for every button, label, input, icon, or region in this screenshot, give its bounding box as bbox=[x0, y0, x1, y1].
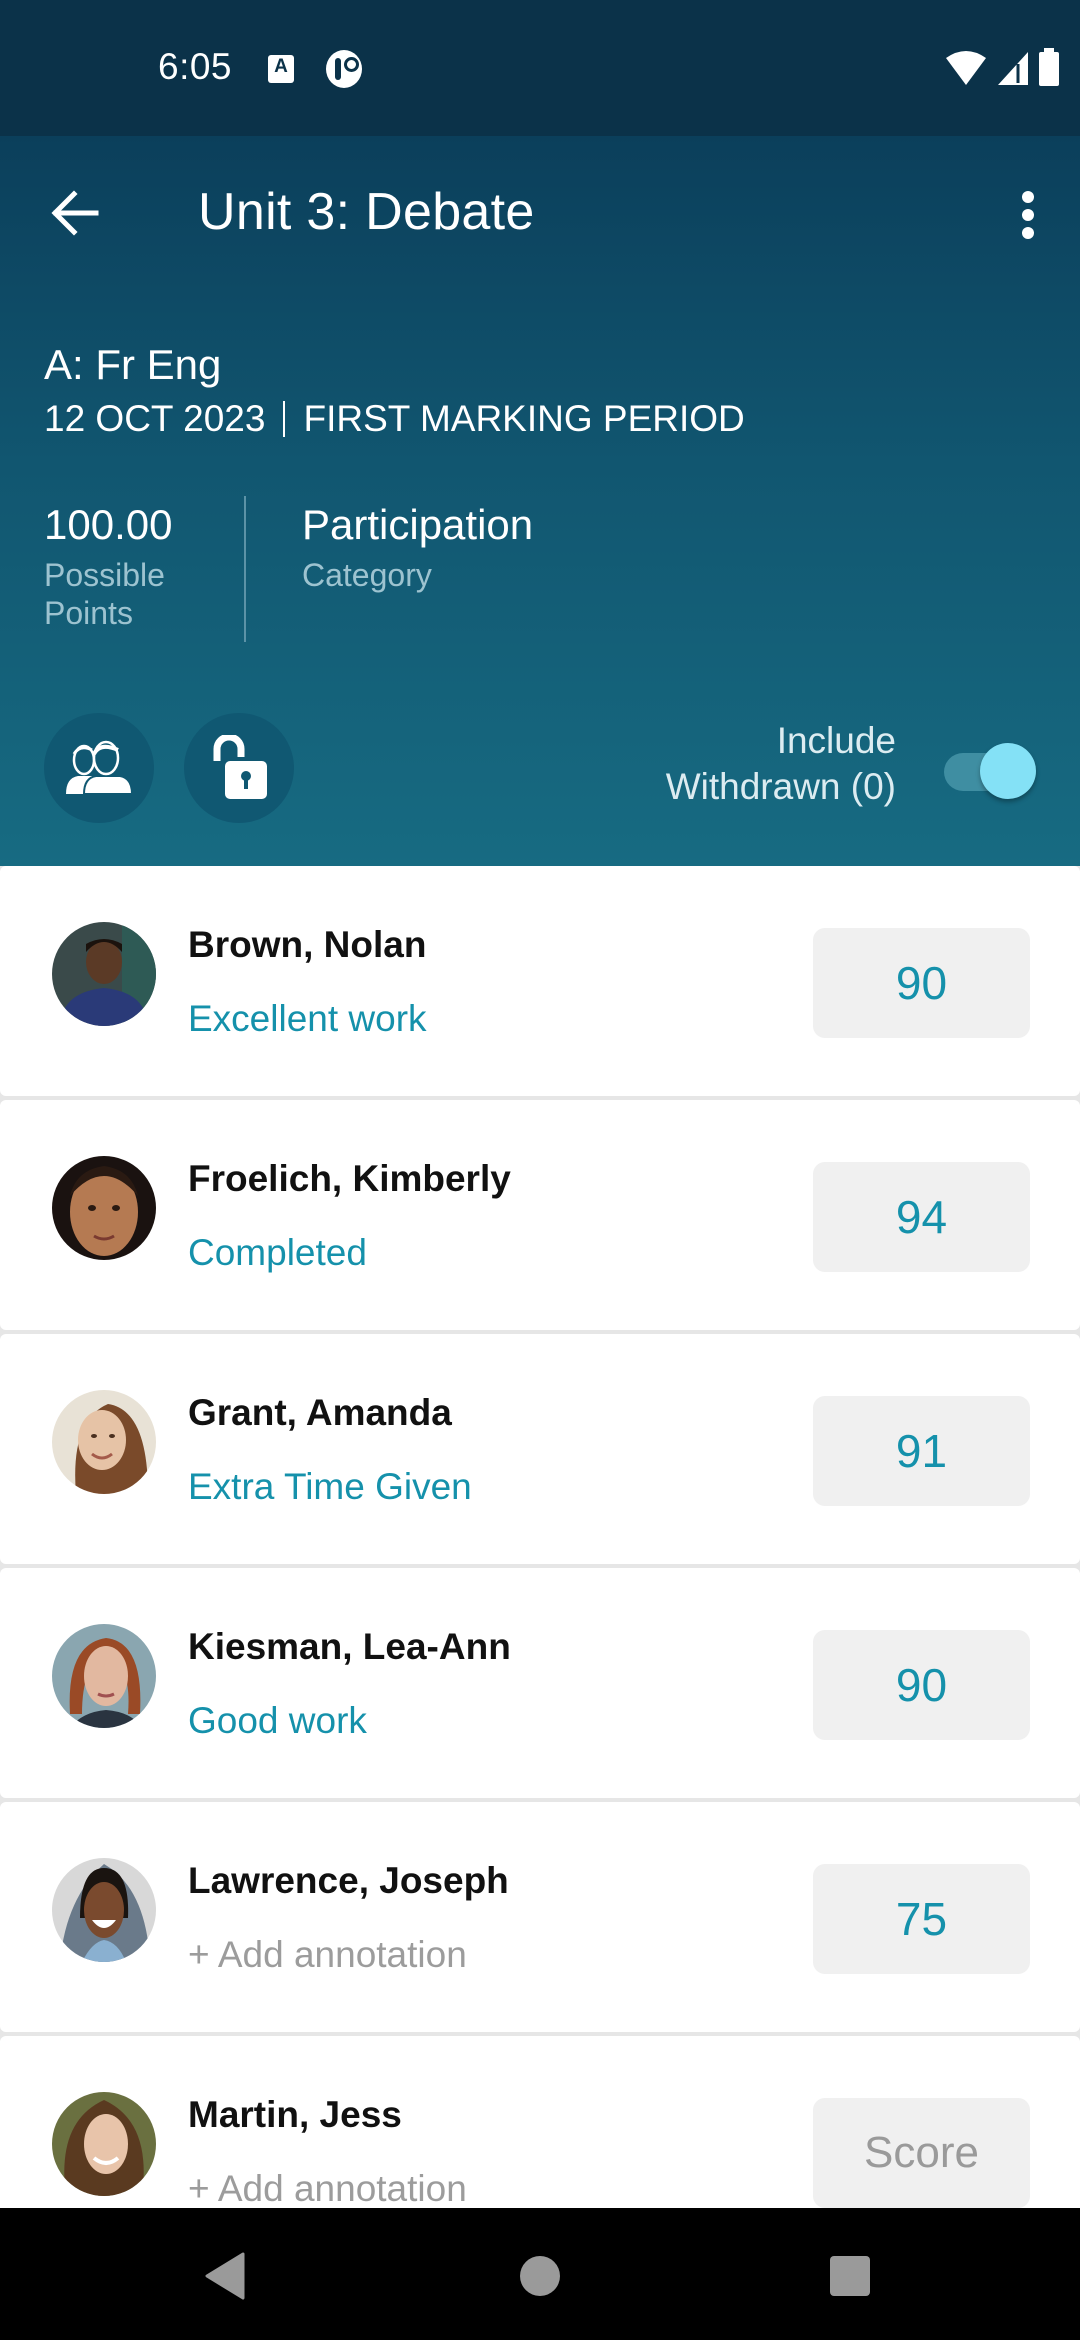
score-input[interactable]: 94 bbox=[813, 1162, 1030, 1272]
assignment-stats: 100.00 Possible Points Participation Cat… bbox=[44, 496, 533, 642]
app-bar: Unit 3: Debate bbox=[0, 136, 1080, 276]
arrow-left-icon bbox=[51, 190, 99, 236]
student-name: Grant, Amanda bbox=[188, 1392, 452, 1433]
student-photo bbox=[52, 1624, 156, 1728]
score-input[interactable]: 90 bbox=[813, 1630, 1030, 1740]
nav-back-button[interactable] bbox=[190, 2246, 260, 2306]
assignment-header: Unit 3: Debate A: Fr Eng 12 OCT 2023 FIR… bbox=[0, 136, 1080, 866]
include-withdrawn-line1: Include bbox=[776, 720, 896, 761]
student-annotation[interactable]: Extra Time Given bbox=[188, 1466, 472, 1508]
include-withdrawn-line2: Withdrawn (0) bbox=[665, 766, 896, 807]
page-title: Unit 3: Debate bbox=[198, 183, 535, 241]
back-triangle-icon bbox=[205, 2252, 245, 2300]
student-annotation[interactable]: Completed bbox=[188, 1232, 367, 1274]
student-photo bbox=[52, 922, 156, 1026]
class-name: A: Fr Eng bbox=[44, 341, 222, 388]
add-annotation-link[interactable]: + Add annotation bbox=[188, 1934, 467, 1976]
nav-home-button[interactable] bbox=[505, 2246, 575, 2306]
student-name: Kiesman, Lea-Ann bbox=[188, 1626, 511, 1667]
category-value: Participation bbox=[302, 501, 534, 548]
possible-points-value: 100.00 bbox=[44, 501, 173, 548]
recents-square-icon bbox=[830, 2256, 870, 2296]
score-input[interactable]: 75 bbox=[813, 1864, 1030, 1974]
students-button[interactable] bbox=[44, 713, 154, 823]
student-name: Froelich, Kimberly bbox=[188, 1158, 511, 1199]
accessibility-a-icon: A bbox=[268, 55, 294, 83]
battery-icon bbox=[1039, 48, 1059, 86]
student-annotation[interactable]: Good work bbox=[188, 1700, 367, 1742]
student-name: Martin, Jess bbox=[188, 2094, 402, 2135]
student-row[interactable]: Brown, Nolan Excellent work 90 bbox=[0, 866, 1080, 1096]
add-annotation-link[interactable]: + Add annotation bbox=[188, 2168, 467, 2210]
system-nav-bar bbox=[0, 2208, 1080, 2340]
possible-points: 100.00 Possible Points bbox=[44, 500, 224, 642]
score-input[interactable]: 90 bbox=[813, 928, 1030, 1038]
student-name: Brown, Nolan bbox=[188, 924, 427, 965]
more-options-button[interactable] bbox=[998, 182, 1058, 248]
back-button[interactable] bbox=[40, 178, 110, 248]
student-avatar bbox=[52, 2092, 156, 2196]
student-photo bbox=[52, 1390, 156, 1494]
possible-points-label: Possible Points bbox=[44, 557, 165, 631]
score-input[interactable]: Score bbox=[813, 2098, 1030, 2208]
student-avatar bbox=[52, 1624, 156, 1728]
status-time: 6:05 bbox=[158, 46, 233, 87]
include-withdrawn-label: Include Withdrawn (0) bbox=[666, 718, 896, 810]
student-avatar bbox=[52, 1390, 156, 1494]
app-notification-icon bbox=[326, 50, 362, 88]
marking-period: FIRST MARKING PERIOD bbox=[303, 398, 745, 439]
category: Participation Category bbox=[302, 500, 533, 642]
system-icons bbox=[944, 48, 1060, 86]
header-actions bbox=[44, 713, 294, 823]
student-avatar bbox=[52, 1156, 156, 1260]
student-row[interactable]: Lawrence, Joseph + Add annotation 75 bbox=[0, 1802, 1080, 2032]
student-row[interactable]: Kiesman, Lea-Ann Good work 90 bbox=[0, 1568, 1080, 1798]
assignment-date: 12 OCT 2023 bbox=[44, 398, 266, 439]
more-vertical-icon bbox=[1022, 191, 1034, 239]
student-photo bbox=[52, 1156, 156, 1260]
student-row[interactable]: Froelich, Kimberly Completed 94 bbox=[0, 1100, 1080, 1330]
student-list: Brown, Nolan Excellent work 90 Froelich,… bbox=[0, 866, 1080, 2270]
date-separator bbox=[283, 401, 286, 437]
student-avatar bbox=[52, 1858, 156, 1962]
student-annotation[interactable]: Excellent work bbox=[188, 998, 427, 1040]
date-line: 12 OCT 2023 FIRST MARKING PERIOD bbox=[44, 398, 745, 440]
student-row[interactable]: Grant, Amanda Extra Time Given 91 bbox=[0, 1334, 1080, 1564]
student-photo bbox=[52, 2092, 156, 2196]
student-avatar bbox=[52, 922, 156, 1026]
category-label: Category bbox=[302, 557, 432, 593]
include-withdrawn-toggle[interactable] bbox=[940, 739, 1036, 801]
lock-toggle-button[interactable] bbox=[184, 713, 294, 823]
students-icon bbox=[66, 740, 134, 795]
signal-icon bbox=[998, 52, 1028, 85]
stat-divider bbox=[244, 496, 246, 642]
student-photo bbox=[52, 1858, 156, 1962]
home-circle-icon bbox=[520, 2256, 560, 2296]
wifi-icon bbox=[946, 51, 986, 85]
score-input[interactable]: 91 bbox=[813, 1396, 1030, 1506]
status-bar: 6:05 A bbox=[0, 0, 1080, 136]
nav-recents-button[interactable] bbox=[815, 2246, 885, 2306]
student-name: Lawrence, Joseph bbox=[188, 1860, 509, 1901]
toggle-thumb bbox=[980, 743, 1036, 799]
unlock-icon bbox=[213, 735, 267, 799]
